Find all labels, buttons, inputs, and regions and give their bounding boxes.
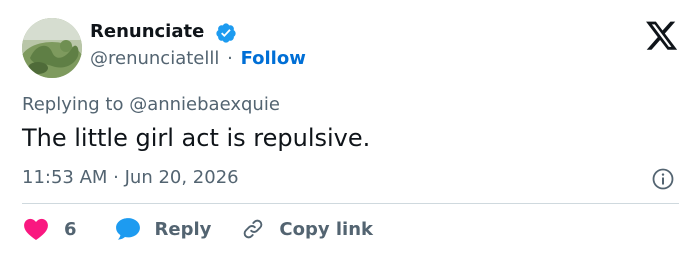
author-handle[interactable]: @renunciatelll	[90, 48, 219, 69]
reply-label: Reply	[154, 218, 212, 240]
verified-badge-icon	[216, 23, 236, 43]
info-icon[interactable]	[651, 167, 675, 191]
separator-dot: ·	[227, 48, 233, 69]
like-count: 6	[64, 218, 77, 240]
speech-bubble-icon	[115, 218, 140, 240]
link-icon	[244, 219, 263, 239]
divider	[22, 203, 679, 204]
reply-button[interactable]: Reply	[115, 217, 212, 241]
reply-context: Replying to @anniebaexquie	[22, 94, 280, 115]
avatar-image	[22, 18, 82, 78]
like-button[interactable]: 6	[22, 217, 77, 241]
tweet-text: The little girl act is repulsive.	[22, 124, 371, 152]
heart-icon	[24, 218, 48, 241]
tweet-timestamp[interactable]: 11:53 AM · Jun 20, 2026	[22, 167, 239, 188]
copy-link-button[interactable]: Copy link	[241, 217, 373, 241]
avatar[interactable]	[22, 18, 82, 78]
copy-link-label: Copy link	[279, 218, 373, 240]
x-logo-icon[interactable]	[645, 21, 679, 51]
follow-button[interactable]: Follow	[241, 48, 306, 69]
author-display-name[interactable]: Renunciate	[90, 21, 204, 42]
action-bar: 6 Reply Copy link	[22, 216, 373, 242]
